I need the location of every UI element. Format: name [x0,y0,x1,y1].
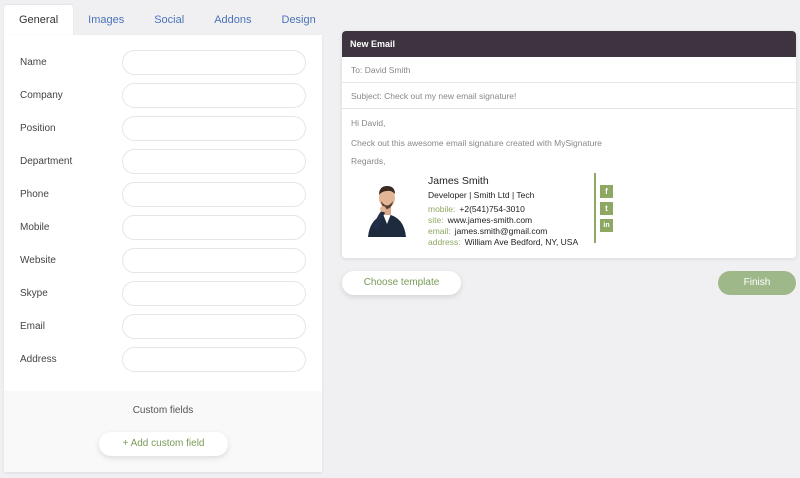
field-row-mobile: Mobile [4,214,322,240]
signature-mobile-value: +2(541)754-3010 [459,204,525,214]
field-row-skype: Skype [4,280,322,306]
signature-block: James Smith Developer | Smith Ltd | Tech… [364,173,624,247]
field-row-department: Department [4,148,322,174]
email-message: Check out this awesome email signature c… [351,138,602,148]
choose-template-button[interactable]: Choose template [342,271,461,295]
mobile-input[interactable] [122,214,306,240]
custom-fields-title: Custom fields [132,405,194,416]
field-row-name: Name [4,49,322,75]
company-input[interactable] [122,82,306,108]
signature-address-key: address: [428,237,461,247]
field-row-email: Email [4,313,322,339]
email-header: New Email [342,31,796,57]
email-to: To: David Smith [342,57,796,83]
signature-email-key: email: [428,226,451,236]
email-input[interactable] [122,313,306,339]
signature-mobile: mobile: +2(541)754-3010 [428,204,525,214]
signature-address: address: William Ave Bedford, NY, USA [428,237,578,247]
field-row-position: Position [4,115,322,141]
skype-label: Skype [20,287,48,299]
department-input[interactable] [122,148,306,174]
phone-input[interactable] [122,181,306,207]
tab-design[interactable]: Design [267,5,331,35]
field-row-website: Website [4,247,322,273]
mobile-label: Mobile [20,221,50,233]
field-row-company: Company [4,82,322,108]
twitter-icon[interactable]: t [600,202,613,215]
position-label: Position [20,122,56,134]
signature-email-value: james.smith@gmail.com [454,226,548,236]
signature-mobile-key: mobile: [428,204,456,214]
tab-social[interactable]: Social [139,5,199,35]
field-row-address: Address [4,346,322,372]
website-label: Website [20,254,56,266]
email-greeting: Hi David, [351,118,386,128]
signature-title: Developer | Smith Ltd | Tech [428,190,535,200]
name-input[interactable] [122,49,306,75]
facebook-icon[interactable]: f [600,185,613,198]
custom-fields-section: Custom fields + Add custom field [4,391,322,472]
signature-name: James Smith [428,175,489,187]
address-label: Address [20,353,57,365]
tab-images[interactable]: Images [73,5,139,35]
tab-general[interactable]: General [4,5,74,35]
linkedin-icon[interactable]: in [600,219,613,232]
email-label: Email [20,320,46,332]
avatar [364,177,410,237]
company-label: Company [20,89,63,101]
name-label: Name [20,56,47,68]
email-regards: Regards, [351,156,386,166]
email-preview: New Email To: David Smith Subject: Check… [342,31,796,258]
tab-bar: General Images Social Addons Design [4,5,331,35]
phone-label: Phone [20,188,49,200]
signature-address-value: William Ave Bedford, NY, USA [464,237,579,247]
signature-email: email: james.smith@gmail.com [428,226,547,236]
finish-button[interactable]: Finish [718,271,796,295]
general-form-panel: Name Company Position Department Phone M… [4,35,322,472]
email-subject: Subject: Check out my new email signatur… [342,83,796,109]
skype-input[interactable] [122,280,306,306]
position-input[interactable] [122,115,306,141]
field-row-phone: Phone [4,181,322,207]
signature-site-key: site: [428,215,444,225]
website-input[interactable] [122,247,306,273]
add-custom-field-button[interactable]: + Add custom field [99,432,228,456]
signature-site: site: www.james-smith.com [428,215,532,225]
department-label: Department [20,155,73,167]
signature-site-value: www.james-smith.com [447,215,533,225]
address-input[interactable] [122,346,306,372]
tab-addons[interactable]: Addons [199,5,266,35]
signature-divider [594,173,596,243]
